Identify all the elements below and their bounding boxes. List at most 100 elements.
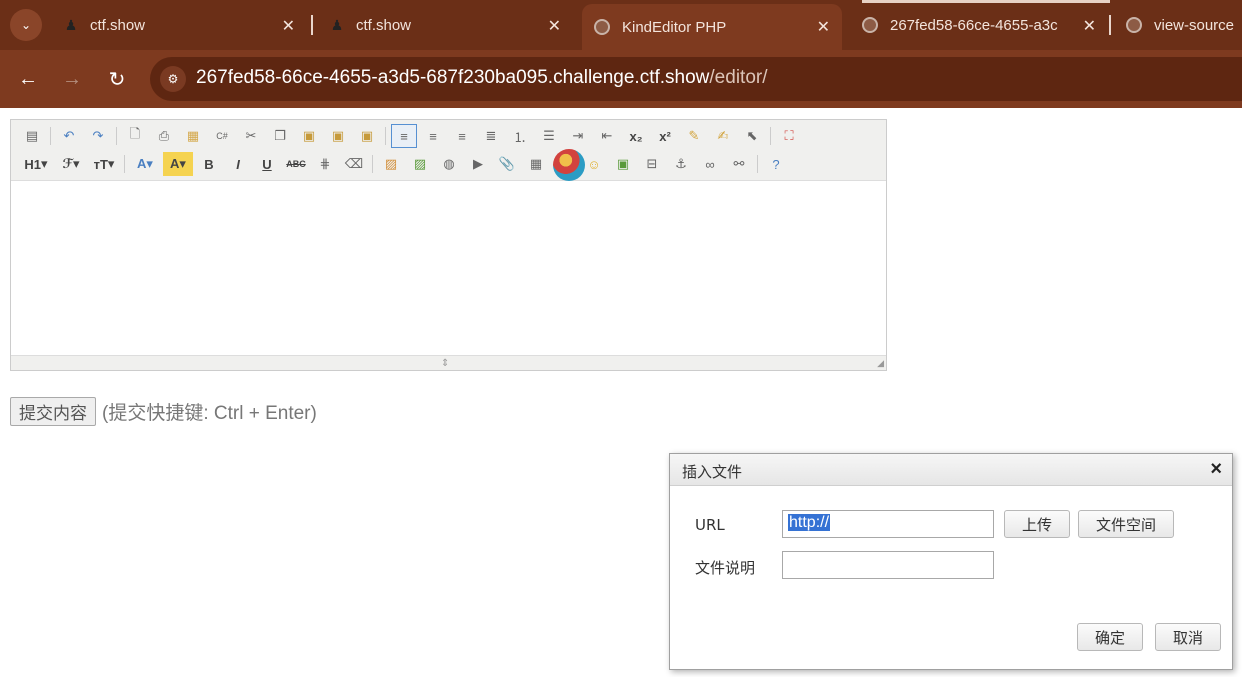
align-justify-icon[interactable]: ≣ [478, 124, 504, 148]
code-icon[interactable]: C# [209, 124, 235, 148]
toolbar-separator [50, 127, 51, 145]
omnibox[interactable]: ⚙ 267fed58-66ce-4655-a3d5-687f230ba095.c… [150, 57, 1242, 101]
fullscreen-icon[interactable]: ⛶ [776, 124, 802, 148]
tab-search-button[interactable]: ⌄ [10, 9, 42, 41]
ok-button[interactable]: 确定 [1077, 623, 1143, 651]
formatblock-icon[interactable]: H1 ▾ [19, 152, 53, 176]
file-desc-input[interactable] [782, 551, 994, 579]
clearhtml-icon[interactable]: ✎ [681, 124, 707, 148]
plainpaste-icon[interactable]: ▣ [325, 124, 351, 148]
tab-ctfshow-1[interactable]: ♟ ctf.show ✕ [52, 8, 307, 42]
toolbar-row-1: ▤ ↶ ↷ 🗋 ⎙ ▦ C# ✂ ❐ ▣ ▣ ▣ ≡ ≡ ≡ ≣ ⒈ ☰ ⇥ ⇤… [19, 123, 805, 149]
bold-icon[interactable]: B [196, 152, 222, 176]
underline-icon[interactable]: U [254, 152, 280, 176]
unordered-list-icon[interactable]: ☰ [536, 124, 562, 148]
quickformat-icon[interactable]: ✍ [710, 124, 736, 148]
tab-view-source[interactable]: view-source [1114, 8, 1242, 42]
undo-icon[interactable]: ↶ [56, 124, 82, 148]
globe-icon [1126, 17, 1142, 33]
tab-title: view-source [1154, 16, 1235, 34]
close-icon[interactable]: ✕ [817, 17, 830, 37]
align-left-icon[interactable]: ≡ [391, 124, 417, 148]
resize-corner-icon[interactable]: ◢ [877, 358, 884, 369]
upload-button[interactable]: 上传 [1004, 510, 1070, 538]
tab-ctfshow-2[interactable]: ♟ ctf.show ✕ [318, 8, 573, 42]
editor-toolbar: ▤ ↶ ↷ 🗋 ⎙ ▦ C# ✂ ❐ ▣ ▣ ▣ ≡ ≡ ≡ ≣ ⒈ ☰ ⇥ ⇤… [11, 120, 886, 181]
redo-icon[interactable]: ↷ [85, 124, 111, 148]
fontname-icon[interactable]: ℱ ▾ [56, 152, 86, 176]
runner-icon: ♟ [330, 16, 344, 33]
outdent-icon[interactable]: ⇤ [594, 124, 620, 148]
globe-icon [862, 17, 878, 33]
multiimage-icon[interactable]: ▨ [407, 152, 433, 176]
cut-icon[interactable]: ✂ [238, 124, 264, 148]
tab-challenge[interactable]: 267fed58-66ce-4655-a3c ✕ [850, 8, 1108, 42]
print-icon[interactable]: ⎙ [151, 124, 177, 148]
dialog-header[interactable]: 插入文件 × [670, 454, 1232, 486]
toolbar-separator [116, 127, 117, 145]
tab-title: 267fed58-66ce-4655-a3c [890, 16, 1058, 34]
tab-title: KindEditor PHP [622, 18, 727, 36]
insert-file-dialog: 插入文件 × URL http:// 上传 文件空间 文件说明 确定 取消 [669, 453, 1233, 670]
cancel-button[interactable]: 取消 [1155, 623, 1221, 651]
address-bar: ← → ↻ ⚙ 267fed58-66ce-4655-a3d5-687f230b… [0, 50, 1242, 108]
forecolor-icon[interactable]: A▾ [130, 152, 160, 176]
flash-icon[interactable]: ◍ [436, 152, 462, 176]
close-icon[interactable]: × [1210, 458, 1222, 481]
submit-button[interactable]: 提交内容 [10, 397, 96, 426]
fontsize-icon[interactable]: тT ▾ [89, 152, 119, 176]
file-space-button[interactable]: 文件空间 [1078, 510, 1174, 538]
pagebreak-icon[interactable]: ⊟ [639, 152, 665, 176]
copy-icon[interactable]: ❐ [267, 124, 293, 148]
table-icon[interactable]: ▦ [523, 152, 549, 176]
baidumap-icon[interactable]: ▣ [610, 152, 636, 176]
tab-strip: ⌄ ♟ ctf.show ✕ ♟ ctf.show ✕ KindEditor P… [0, 0, 1242, 50]
close-icon[interactable]: ✕ [548, 16, 561, 36]
back-button[interactable]: ← [15, 66, 41, 92]
reload-button[interactable]: ↻ [104, 66, 130, 92]
italic-icon[interactable]: I [225, 152, 251, 176]
link-icon[interactable]: ∞ [697, 152, 723, 176]
close-icon[interactable]: ✕ [282, 16, 295, 36]
align-center-icon[interactable]: ≡ [420, 124, 446, 148]
url-text[interactable]: 267fed58-66ce-4655-a3d5-687f230ba095.cha… [196, 67, 768, 89]
subscript-icon[interactable]: x₂ [623, 124, 649, 148]
shortcut-hint: (提交快捷键: Ctrl + Enter) [102, 403, 317, 424]
toolbar-separator [124, 155, 125, 173]
image-icon[interactable]: ▨ [378, 152, 404, 176]
wordpaste-icon[interactable]: ▣ [354, 124, 380, 148]
anchor-icon[interactable]: ⚓ [668, 152, 694, 176]
url-input[interactable]: http:// [782, 510, 994, 538]
template-icon[interactable]: ▦ [180, 124, 206, 148]
insertfile-icon[interactable]: 📎 [494, 152, 520, 176]
site-info-icon[interactable]: ⚙ [160, 66, 186, 92]
preview-icon[interactable]: 🗋 [122, 124, 148, 148]
superscript-icon[interactable]: x² [652, 124, 678, 148]
url-label: URL [695, 516, 725, 534]
tab-title: ctf.show [356, 16, 412, 34]
strikethrough-icon[interactable]: ABC [283, 152, 309, 176]
unlink-icon[interactable]: ⚯ [726, 152, 752, 176]
lineheight-icon[interactable]: ⋕ [312, 152, 338, 176]
source-icon[interactable]: ▤ [19, 124, 45, 148]
close-icon[interactable]: ✕ [1083, 16, 1096, 36]
resize-grip-icon[interactable]: ⇕ [441, 358, 449, 369]
media-icon[interactable]: ▶ [465, 152, 491, 176]
selectall-icon[interactable]: ⬉ [739, 124, 765, 148]
paste-icon[interactable]: ▣ [296, 124, 322, 148]
runner-icon: ♟ [64, 16, 78, 33]
align-right-icon[interactable]: ≡ [449, 124, 475, 148]
help-icon[interactable]: ? [763, 152, 789, 176]
indent-icon[interactable]: ⇥ [565, 124, 591, 148]
forward-button[interactable]: → [59, 66, 85, 92]
removeformat-icon[interactable]: ⌫ [341, 152, 367, 176]
ordered-list-icon[interactable]: ⒈ [507, 124, 533, 148]
editor-content-area[interactable] [11, 182, 886, 355]
tab-separator [1109, 15, 1111, 35]
hilitecolor-icon[interactable]: A▾ [163, 152, 193, 176]
file-desc-label: 文件说明 [695, 559, 756, 577]
tab-kindeditor[interactable]: KindEditor PHP ✕ [582, 4, 842, 50]
floating-emoji-icon [553, 149, 585, 181]
globe-icon [594, 19, 610, 35]
dialog-title: 插入文件 [682, 463, 743, 481]
